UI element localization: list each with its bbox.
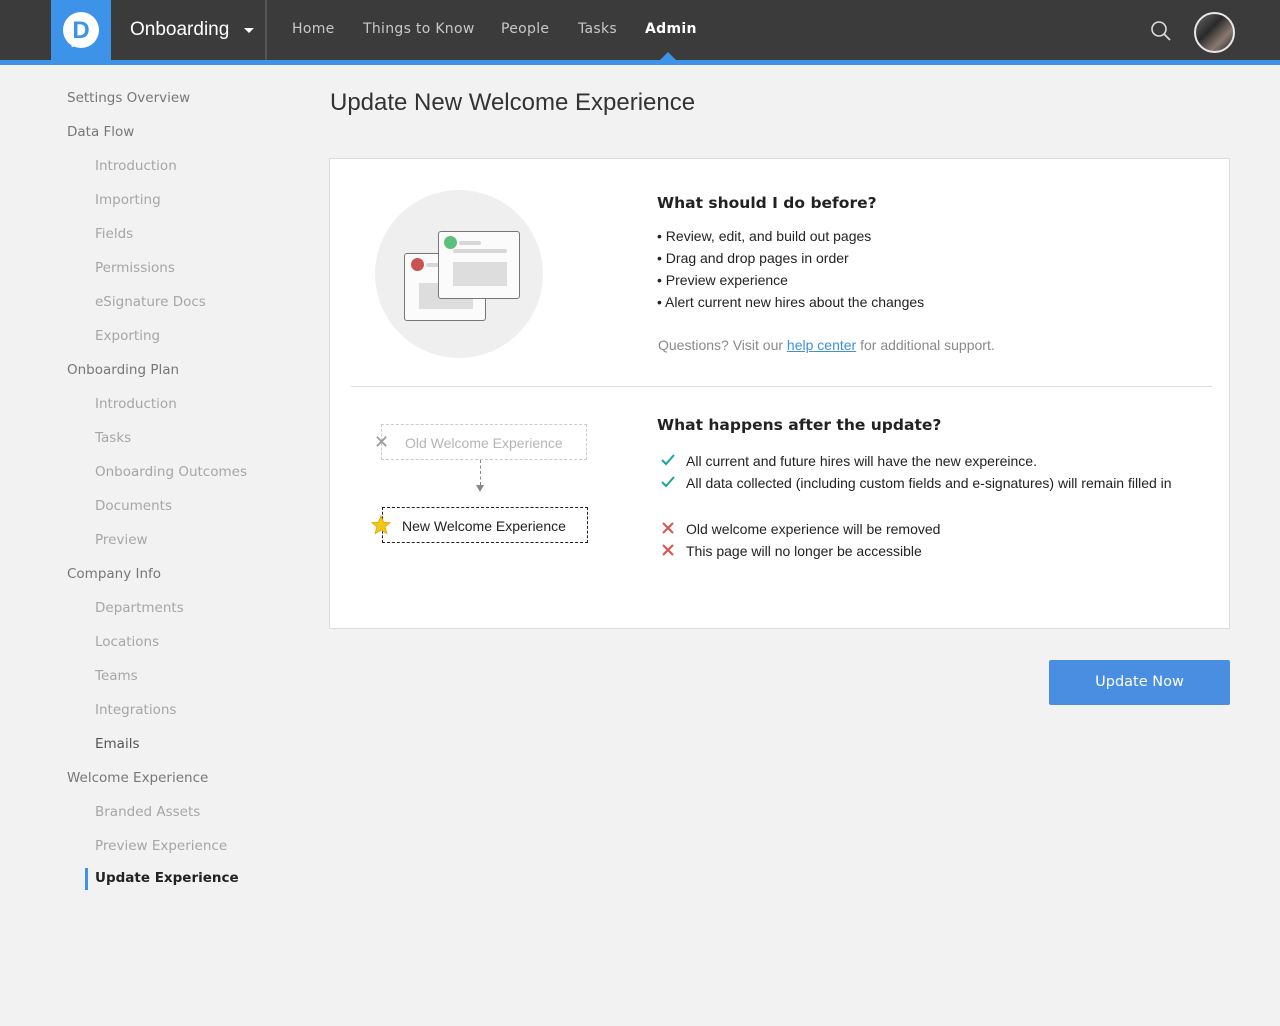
after-heading: What happens after the update? <box>657 416 942 434</box>
help-text: Questions? Visit our help center for add… <box>658 337 995 353</box>
help-center-link[interactable]: help center <box>787 337 856 353</box>
chevron-down-icon <box>244 28 254 33</box>
cross-icon <box>662 544 674 556</box>
sidebar-item-company-info[interactable]: Company Info <box>67 566 161 582</box>
sidebar-item-exporting[interactable]: Exporting <box>95 328 160 344</box>
negative-outcome: Old welcome experience will be removed <box>686 521 941 537</box>
flow-connector <box>480 460 481 485</box>
app-logo[interactable]: D <box>51 0 111 65</box>
update-now-button[interactable]: Update Now <box>1049 660 1230 705</box>
star-icon <box>370 514 392 535</box>
before-bullet: • Preview experience <box>657 272 788 288</box>
nav-home[interactable]: Home <box>292 21 335 37</box>
check-icon <box>661 476 675 488</box>
sidebar-item-update-experience[interactable]: Update Experience <box>95 870 239 886</box>
red-dot-icon <box>411 258 424 271</box>
section-divider <box>351 386 1212 387</box>
logo-d-icon: D <box>63 12 99 48</box>
sidebar-item-documents[interactable]: Documents <box>95 498 172 514</box>
sidebar-item-introduction[interactable]: Introduction <box>95 158 177 174</box>
user-avatar[interactable] <box>1194 12 1235 53</box>
sidebar-item-importing[interactable]: Importing <box>95 192 161 208</box>
nav-admin[interactable]: Admin <box>645 21 697 37</box>
active-nav-pointer <box>660 52 676 60</box>
sidebar-item-locations[interactable]: Locations <box>95 634 159 650</box>
sidebar-item-fields[interactable]: Fields <box>95 226 133 242</box>
arrow-down-icon <box>476 485 484 492</box>
positive-outcome: All data collected (including custom fie… <box>686 475 1172 491</box>
sidebar-item-emails[interactable]: Emails <box>95 736 140 752</box>
sidebar-item-onboarding-plan[interactable]: Onboarding Plan <box>67 362 179 378</box>
check-icon <box>661 454 675 466</box>
sidebar-item-preview-experience[interactable]: Preview Experience <box>95 838 227 854</box>
sidebar-item-welcome-experience[interactable]: Welcome Experience <box>67 770 208 786</box>
positive-outcome: All current and future hires will have t… <box>686 453 1037 469</box>
before-bullet: • Drag and drop pages in order <box>657 250 849 266</box>
cross-icon <box>662 522 674 534</box>
sidebar-item-preview[interactable]: Preview <box>95 532 148 548</box>
sidebar-item-introduction[interactable]: Introduction <box>95 396 177 412</box>
sidebar-item-settings-overview[interactable]: Settings Overview <box>67 90 190 106</box>
sidebar-item-data-flow[interactable]: Data Flow <box>67 124 134 140</box>
search-icon[interactable] <box>1150 20 1172 42</box>
green-dot-icon <box>444 236 457 249</box>
new-experience-label: New Welcome Experience <box>402 518 566 534</box>
nav-things-to-know[interactable]: Things to Know <box>363 21 475 37</box>
app-switcher[interactable]: Onboarding <box>111 0 267 60</box>
sidebar-item-integrations[interactable]: Integrations <box>95 702 176 718</box>
before-bullet: • Alert current new hires about the chan… <box>657 294 925 310</box>
nav-tasks[interactable]: Tasks <box>578 21 617 37</box>
help-prefix: Questions? Visit our <box>658 337 787 353</box>
pages-illustration <box>375 190 543 358</box>
before-heading: What should I do before? <box>657 194 877 212</box>
old-experience-label: Old Welcome Experience <box>405 435 563 451</box>
nav-people[interactable]: People <box>501 21 549 37</box>
negative-outcome: This page will no longer be accessible <box>686 543 922 559</box>
current-item-indicator <box>85 868 88 890</box>
close-icon: ✕ <box>374 432 390 452</box>
sidebar-item-branded-assets[interactable]: Branded Assets <box>95 804 200 820</box>
update-info-card: What should I do before? • Review, edit,… <box>329 158 1230 629</box>
before-bullet: • Review, edit, and build out pages <box>657 228 872 244</box>
sidebar-item-onboarding-outcomes[interactable]: Onboarding Outcomes <box>95 464 247 480</box>
sidebar-item-teams[interactable]: Teams <box>95 668 138 684</box>
sidebar-item-esignature-docs[interactable]: eSignature Docs <box>95 294 206 310</box>
help-suffix: for additional support. <box>856 337 995 353</box>
page-title: Update New Welcome Experience <box>330 89 696 116</box>
nav-accent-bar <box>0 60 1280 65</box>
sidebar-item-permissions[interactable]: Permissions <box>95 260 175 276</box>
app-name: Onboarding <box>130 19 230 40</box>
sidebar-item-tasks[interactable]: Tasks <box>95 430 131 446</box>
sidebar-item-departments[interactable]: Departments <box>95 600 184 616</box>
